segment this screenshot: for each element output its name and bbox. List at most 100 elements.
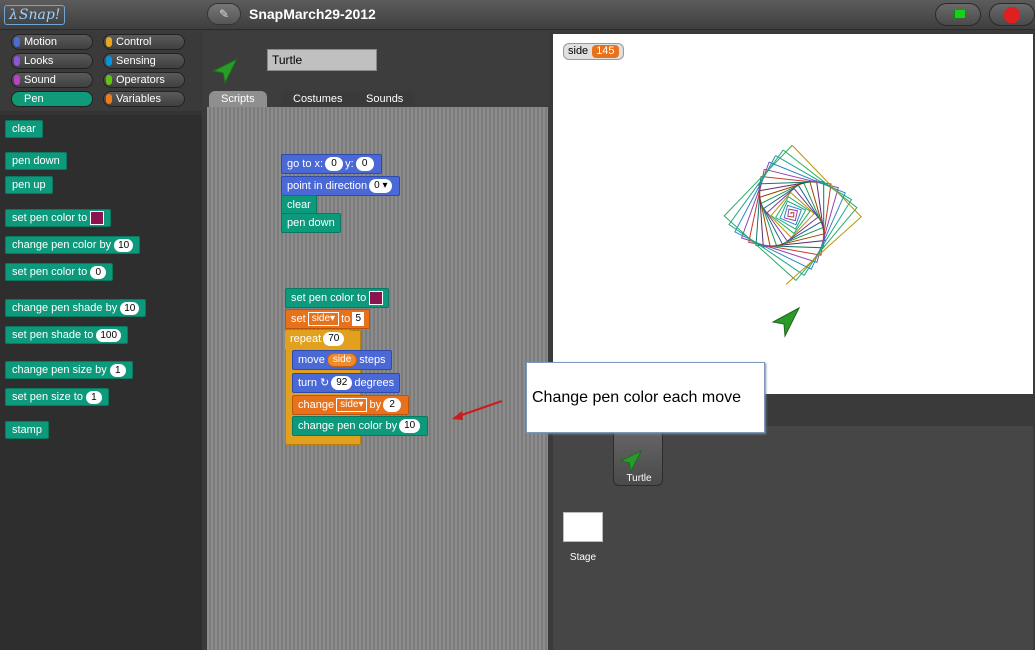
sprite-thumbnail-label: Turtle bbox=[626, 473, 652, 484]
variable-reporter[interactable]: side bbox=[326, 353, 358, 368]
green-flag-icon bbox=[955, 10, 965, 18]
x-slot[interactable]: 0 bbox=[325, 157, 344, 172]
change-pen-color-block[interactable]: change pen color by 10 bbox=[292, 416, 429, 436]
top-bar: λSnap! ✎ SnapMarch29-2012 bbox=[0, 0, 1035, 30]
sprite-thumbnail[interactable]: Turtle bbox=[613, 428, 663, 486]
block-label: point in direction bbox=[287, 180, 368, 192]
value-slot[interactable]: 2 bbox=[383, 398, 402, 413]
repeat-header[interactable]: repeat 70 bbox=[285, 330, 352, 350]
goto-xy-block[interactable]: go to x: 0 y: 0 bbox=[281, 154, 382, 174]
block-label: set pen color to bbox=[291, 292, 367, 304]
block-label: y: bbox=[345, 158, 354, 170]
tab-sounds[interactable]: Sounds bbox=[354, 91, 416, 107]
block-label: set pen color to bbox=[12, 266, 88, 278]
turtle-arrow-icon bbox=[211, 57, 239, 85]
block-label: set pen color to bbox=[12, 212, 88, 224]
block-label: stamp bbox=[12, 424, 42, 436]
snap-logo[interactable]: λSnap! bbox=[4, 5, 66, 25]
pen-down-block[interactable]: pen down bbox=[281, 213, 341, 233]
color-swatch[interactable] bbox=[90, 211, 105, 226]
palette-block-set-pen-color-swatch[interactable]: set pen color to bbox=[5, 209, 112, 227]
block-label: move bbox=[298, 354, 325, 366]
block-label: set bbox=[291, 313, 306, 325]
turtle-arrow-icon bbox=[619, 449, 643, 473]
value-slot[interactable]: 5 bbox=[352, 312, 365, 327]
block-label: pen up bbox=[12, 179, 46, 191]
point-in-direction-block[interactable]: point in direction 0 ▾ bbox=[281, 176, 401, 196]
palette-block-pen-down[interactable]: pen down bbox=[5, 152, 67, 170]
stage[interactable]: side 145 bbox=[553, 34, 1033, 394]
category-sound[interactable]: Sound bbox=[11, 72, 93, 88]
move-steps-block[interactable]: move side steps bbox=[292, 350, 392, 370]
watcher-value: 145 bbox=[592, 45, 619, 58]
palette-block-change-pen-color[interactable]: change pen color by 10 bbox=[5, 236, 141, 254]
category-sensing[interactable]: Sensing bbox=[103, 53, 185, 69]
color-swatch[interactable] bbox=[369, 291, 384, 306]
stop-sign-icon bbox=[1004, 7, 1020, 23]
category-variables[interactable]: Variables bbox=[103, 91, 185, 107]
palette-block-change-pen-shade[interactable]: change pen shade by 10 bbox=[5, 299, 147, 317]
annotation-callout: Change pen color each move bbox=[526, 362, 765, 433]
pen-stroke bbox=[728, 149, 853, 277]
palette-block-clear[interactable]: clear bbox=[5, 120, 43, 138]
block-palette: Motion Control Looks Sensing Sound Opera… bbox=[0, 31, 202, 650]
direction-slot[interactable]: 0 ▾ bbox=[369, 179, 393, 194]
number-slot[interactable]: 100 bbox=[96, 328, 122, 342]
dropdown-arrow-icon[interactable]: ▾ bbox=[382, 180, 387, 191]
callout-text: Change pen color each move bbox=[532, 389, 742, 406]
sprite-name-input[interactable] bbox=[267, 49, 377, 71]
variable-name: side bbox=[311, 313, 331, 325]
stop-button[interactable] bbox=[989, 3, 1035, 26]
number-slot[interactable]: 10 bbox=[399, 419, 421, 434]
change-variable-block[interactable]: change side▾ by 2 bbox=[292, 395, 410, 415]
palette-block-pen-up[interactable]: pen up bbox=[5, 176, 53, 194]
category-motion[interactable]: Motion bbox=[11, 34, 93, 50]
y-slot[interactable]: 0 bbox=[355, 157, 374, 172]
turtle-sprite[interactable] bbox=[771, 306, 801, 338]
repeat-count-slot[interactable]: 70 bbox=[323, 332, 345, 347]
logo-text: Snap! bbox=[18, 7, 61, 23]
number-slot[interactable]: 1 bbox=[85, 390, 102, 404]
block-label: set pen size to bbox=[12, 391, 83, 403]
category-looks[interactable]: Looks bbox=[11, 53, 93, 69]
palette-block-set-pen-size[interactable]: set pen size to 1 bbox=[5, 388, 109, 406]
palette-block-set-pen-color-number[interactable]: set pen color to 0 bbox=[5, 263, 114, 281]
category-pen[interactable]: Pen bbox=[11, 91, 93, 107]
tab-scripts[interactable]: Scripts bbox=[209, 91, 267, 107]
palette-blocks: clear pen down pen up set pen color to c… bbox=[0, 115, 202, 650]
sprite-bar: Scripts Costumes Sounds bbox=[203, 31, 549, 107]
block-label: change pen shade by bbox=[12, 302, 118, 314]
clear-block[interactable]: clear bbox=[281, 195, 317, 215]
block-label: pen down bbox=[287, 217, 335, 229]
turn-degrees-block[interactable]: turn ↻ 92 degrees bbox=[292, 373, 401, 393]
set-variable-block[interactable]: set side▾ to 5 bbox=[285, 309, 371, 329]
block-label: set pen shade to bbox=[12, 329, 94, 341]
category-operators[interactable]: Operators bbox=[103, 72, 185, 88]
direction-value: 0 bbox=[374, 180, 380, 192]
number-slot[interactable]: 10 bbox=[114, 238, 134, 252]
block-label: change pen color by bbox=[12, 239, 112, 251]
pencil-icon: ✎ bbox=[218, 7, 230, 21]
tab-costumes[interactable]: Costumes bbox=[281, 91, 355, 107]
green-flag-button[interactable] bbox=[935, 3, 981, 26]
block-label: degrees bbox=[354, 377, 395, 389]
block-label: by bbox=[369, 399, 382, 411]
number-slot[interactable]: 1 bbox=[109, 363, 126, 377]
palette-block-change-pen-size[interactable]: change pen size by 1 bbox=[5, 361, 133, 379]
degrees-slot[interactable]: 92 bbox=[331, 376, 353, 391]
number-slot[interactable]: 0 bbox=[90, 265, 107, 279]
variable-watcher[interactable]: side 145 bbox=[563, 43, 624, 60]
variable-dropdown[interactable]: side▾ bbox=[336, 398, 368, 413]
variable-dropdown[interactable]: side▾ bbox=[307, 312, 340, 327]
category-control[interactable]: Control bbox=[103, 34, 185, 50]
stage-thumbnail[interactable] bbox=[563, 512, 603, 542]
block-label: clear bbox=[287, 199, 311, 211]
number-slot[interactable]: 10 bbox=[120, 301, 140, 315]
file-menu-button[interactable]: ✎ bbox=[207, 3, 241, 25]
set-pen-color-block[interactable]: set pen color to bbox=[285, 288, 390, 308]
stage-thumbnail-label: Stage bbox=[569, 552, 597, 563]
palette-block-stamp[interactable]: stamp bbox=[5, 421, 49, 439]
block-label: pen down bbox=[12, 155, 60, 167]
block-label: change bbox=[298, 399, 335, 411]
palette-block-set-pen-shade[interactable]: set pen shade to 100 bbox=[5, 326, 129, 344]
